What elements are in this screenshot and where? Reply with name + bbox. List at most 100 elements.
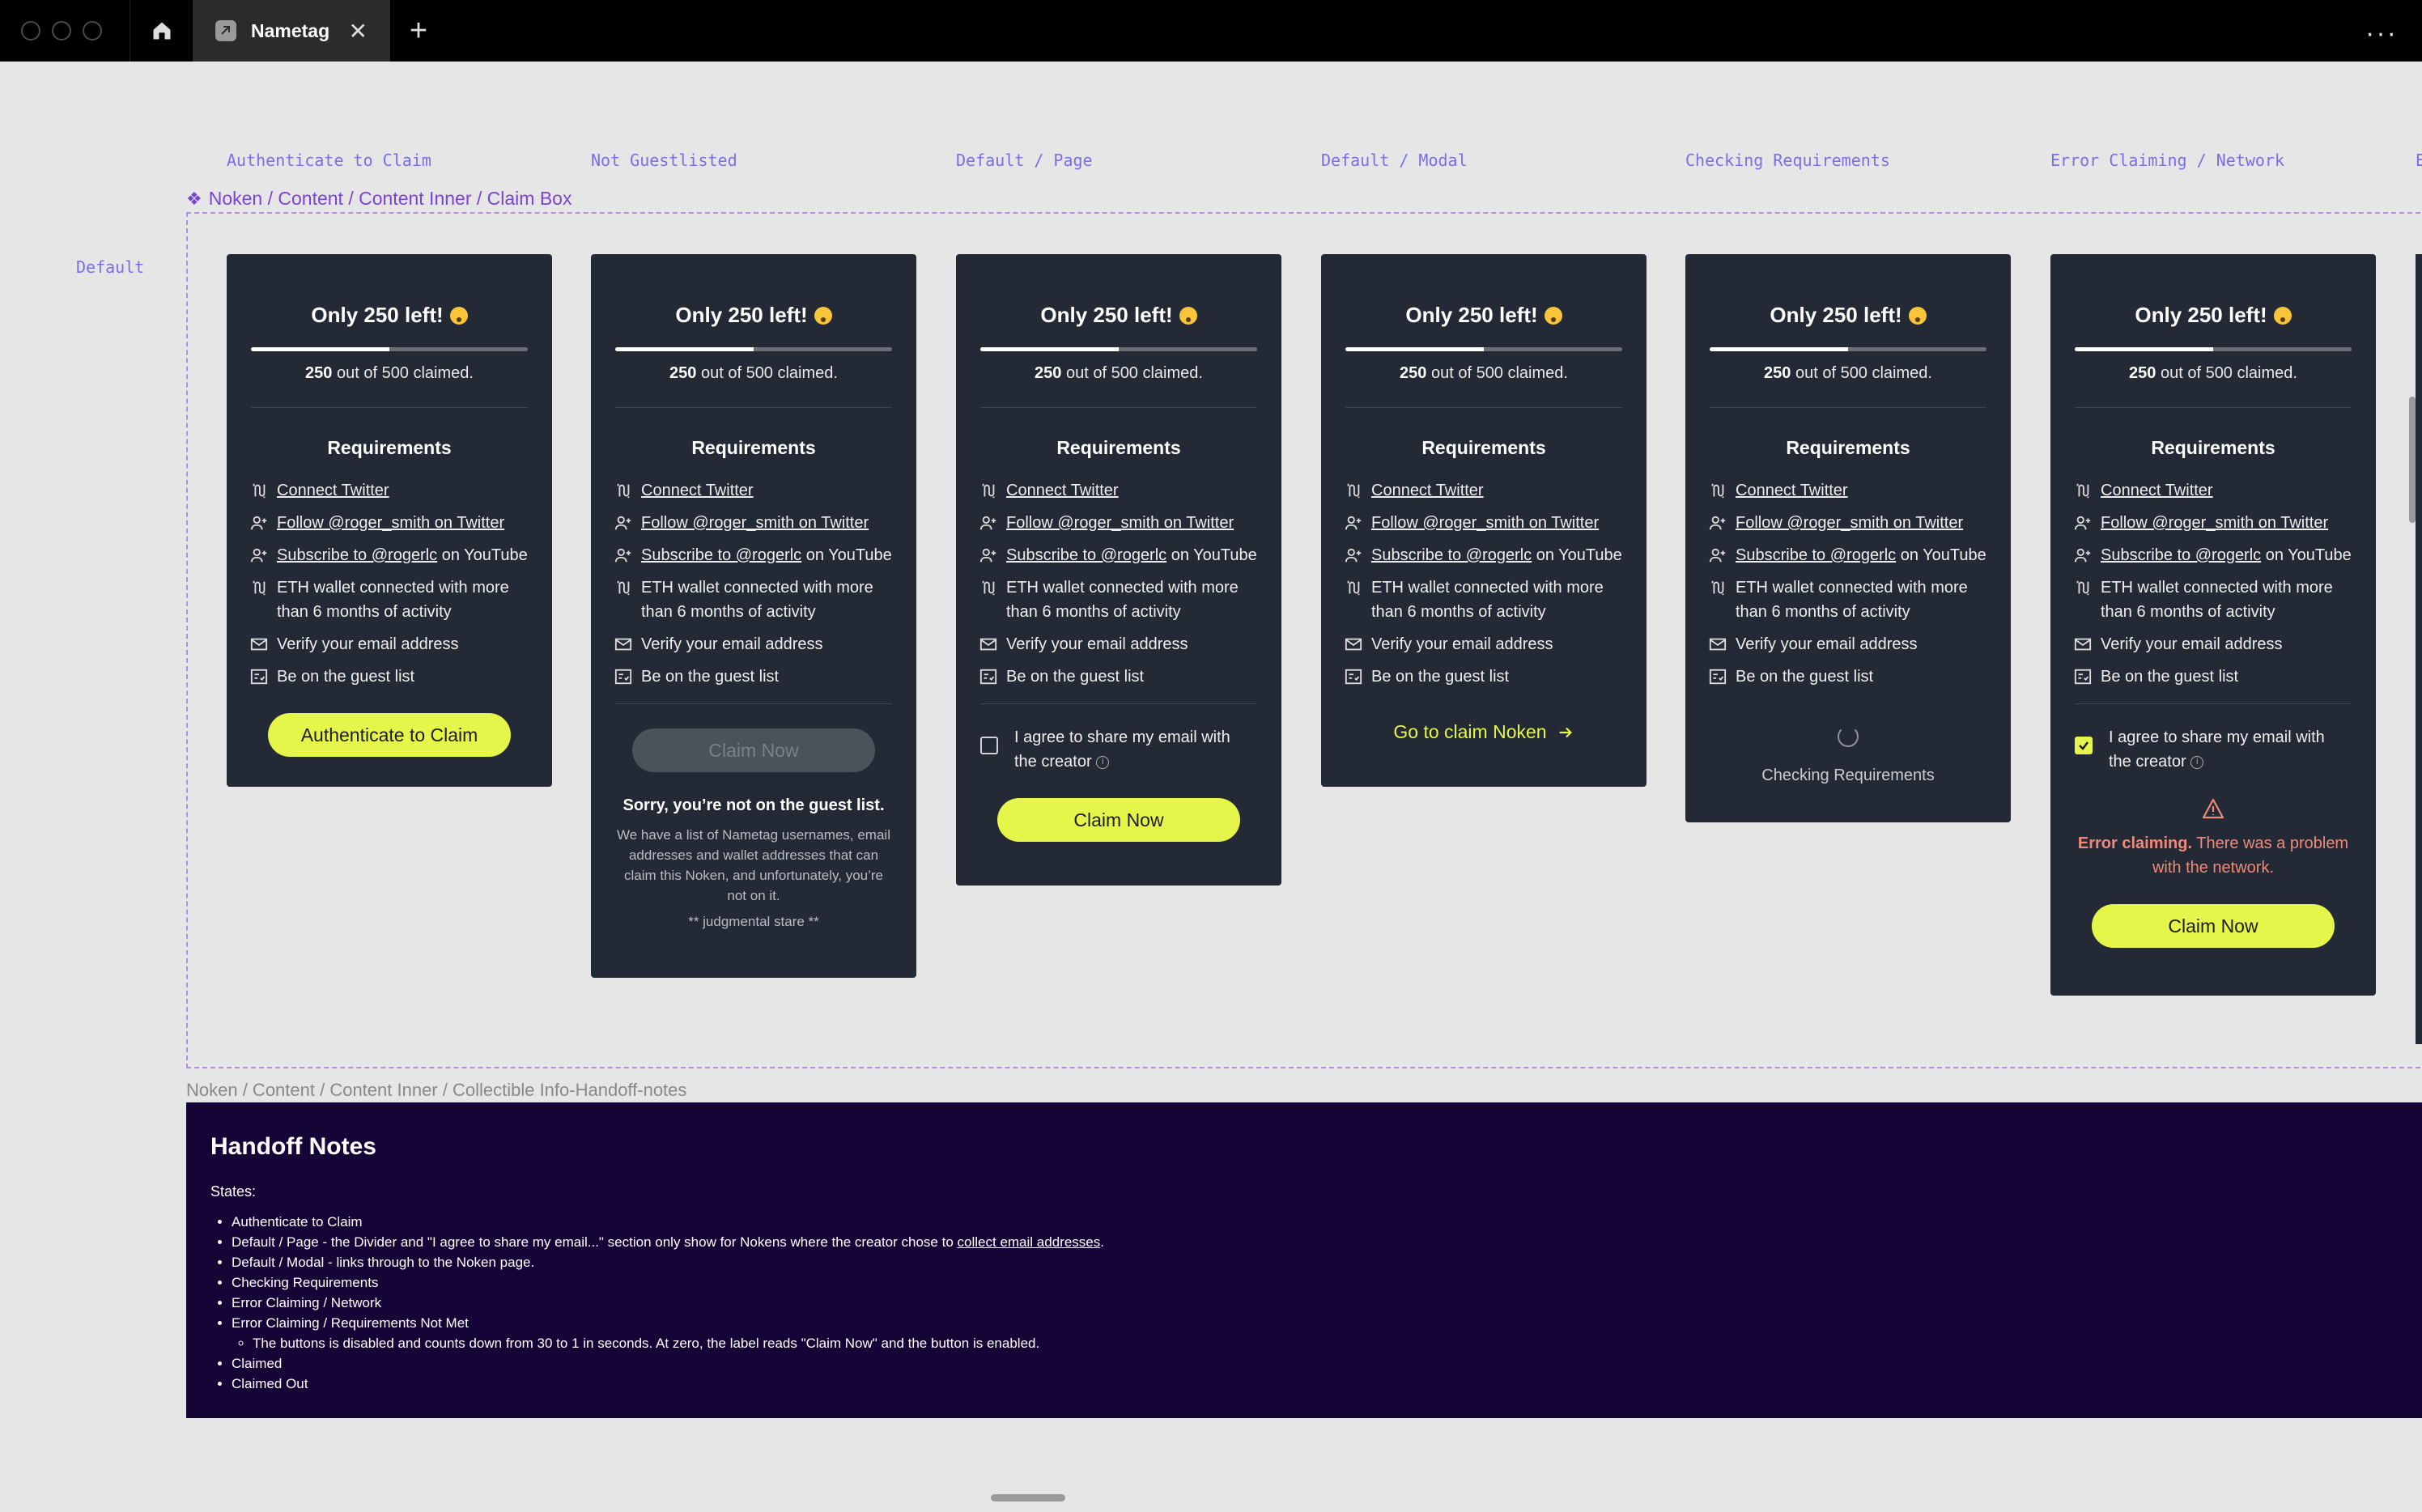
claim-progress-fill (251, 347, 389, 351)
list-item: Claimed (232, 1353, 2398, 1374)
minimize-window-button[interactable] (52, 21, 71, 40)
info-icon[interactable]: i (1096, 755, 1110, 769)
user-plus-icon (1344, 543, 1363, 567)
guest-list-icon (249, 665, 269, 689)
claim-progress-bar (251, 347, 528, 351)
share-email-checkbox-checked[interactable] (2075, 737, 2093, 754)
claim-now-button[interactable]: Claim Now (2092, 904, 2335, 948)
go-to-claim-noken-link[interactable]: Go to claim Noken (1345, 721, 1622, 743)
claimed-count: 250 out of 500 claimed. (669, 364, 838, 382)
claim-now-button[interactable]: Claim Now (997, 798, 1240, 842)
handoff-notes-label: Noken / Content / Content Inner / Collec… (186, 1080, 687, 1100)
requirement-item[interactable]: Connect Twitter (979, 478, 1257, 503)
user-plus-icon (1708, 511, 1727, 535)
close-tab-icon[interactable]: ✕ (349, 18, 368, 45)
user-plus-icon (1344, 511, 1363, 535)
requirement-item[interactable]: Follow @roger_smith on Twitter (2073, 511, 2352, 535)
requirement-item: Verify your email address (614, 632, 892, 656)
claim-box-authenticate: Only 250 left! 250 out of 500 claimed. R… (227, 254, 552, 787)
claim-box-error-network: Only 250 left! 250 out of 500 claimed. R… (2050, 254, 2376, 996)
requirement-item: Be on the guest list (249, 665, 528, 689)
mail-icon (249, 632, 269, 656)
states-list: Authenticate to Claim Default / Page - t… (210, 1212, 2398, 1394)
share-email-consent[interactable]: I agree to share my email with the creat… (2075, 725, 2352, 774)
user-plus-icon (614, 543, 633, 567)
warning-triangle-icon (2202, 798, 2224, 819)
divider (980, 703, 1257, 704)
requirement-item[interactable]: Follow @roger_smith on Twitter (1708, 511, 1986, 535)
requirement-item[interactable]: Connect Twitter (249, 478, 528, 503)
component-label[interactable]: ❖ Noken / Content / Content Inner / Claim… (186, 188, 572, 210)
requirement-item[interactable]: Subscribe to @rogerlc on YouTube (249, 543, 528, 567)
column-label-authenticate: Authenticate to Claim (227, 151, 431, 170)
requirement-item[interactable]: Subscribe to @rogerlc on YouTube (979, 543, 1257, 567)
home-button[interactable] (130, 0, 193, 62)
requirement-item[interactable]: Subscribe to @rogerlc on YouTube (1708, 543, 1986, 567)
arrow-right-icon (1559, 727, 1572, 737)
judgmental-stare-note: ** judgmental stare ** (688, 914, 819, 929)
vertical-scrollbar[interactable] (2409, 397, 2416, 523)
maximize-window-button[interactable] (83, 21, 102, 40)
figma-file-icon (215, 20, 236, 41)
requirement-item[interactable]: Connect Twitter (1344, 478, 1622, 503)
requirement-item: Be on the guest list (1708, 665, 1986, 689)
claim-box-cut-off (2416, 254, 2422, 1044)
requirement-item: ETH wallet connected with more than 6 mo… (614, 575, 892, 624)
collect-email-addresses-link[interactable]: collect email addresses (958, 1234, 1101, 1250)
requirements-title: Requirements (327, 437, 452, 458)
requirements-title: Requirements (1786, 437, 1910, 458)
tab-nametag[interactable]: Nametag ✕ (193, 0, 390, 62)
requirement-item[interactable]: Follow @roger_smith on Twitter (979, 511, 1257, 535)
requirement-item[interactable]: Follow @roger_smith on Twitter (1344, 511, 1622, 535)
share-email-checkbox[interactable] (980, 737, 998, 754)
requirement-item[interactable]: Connect Twitter (1708, 478, 1986, 503)
requirement-item: Be on the guest list (2073, 665, 2352, 689)
shocked-face-emoji-icon (1908, 306, 1927, 325)
requirement-item[interactable]: Subscribe to @rogerlc on YouTube (1344, 543, 1622, 567)
claim-progress-bar (2075, 347, 2352, 351)
claimed-count: 250 out of 500 claimed. (1035, 364, 1203, 382)
tab-label: Nametag (251, 19, 330, 41)
handoff-notes-panel: Handoff Notes States: Authenticate to Cl… (186, 1102, 2422, 1418)
requirement-item: ETH wallet connected with more than 6 mo… (249, 575, 528, 624)
new-tab-button[interactable]: + (390, 0, 447, 62)
requirement-item: Be on the guest list (979, 665, 1257, 689)
info-icon[interactable]: i (2190, 755, 2204, 769)
claim-progress-fill (615, 347, 754, 351)
close-window-button[interactable] (21, 21, 40, 40)
requirement-item[interactable]: Connect Twitter (614, 478, 892, 503)
link-icon (1344, 478, 1363, 503)
guest-list-icon (2073, 665, 2093, 689)
requirement-item: Verify your email address (249, 632, 528, 656)
requirements-list: Connect Twitter Follow @roger_smith on Tw… (2073, 478, 2352, 689)
divider (615, 407, 892, 408)
claim-now-button-disabled: Claim Now (632, 728, 875, 772)
horizontal-scrollbar[interactable] (991, 1494, 1065, 1501)
wallet-link-icon (249, 575, 269, 600)
mail-icon (2073, 632, 2093, 656)
states-label: States: (210, 1183, 257, 1200)
more-options-icon[interactable]: ··· (2365, 18, 2398, 49)
requirement-item[interactable]: Follow @roger_smith on Twitter (614, 511, 892, 535)
list-item: Checking Requirements (232, 1272, 2398, 1293)
link-icon (249, 478, 269, 503)
column-label-default-modal: Default / Modal (1321, 151, 1468, 170)
requirement-item[interactable]: Subscribe to @rogerlc on YouTube (614, 543, 892, 567)
card-title: Only 250 left! (615, 303, 892, 328)
requirement-item[interactable]: Subscribe to @rogerlc on YouTube (2073, 543, 2352, 567)
user-plus-icon (614, 511, 633, 535)
divider (2075, 407, 2352, 408)
claim-progress-fill (2075, 347, 2213, 351)
card-title: Only 250 left! (2075, 303, 2352, 328)
claim-progress-fill (1345, 347, 1484, 351)
requirement-item[interactable]: Connect Twitter (2073, 478, 2352, 503)
authenticate-to-claim-button[interactable]: Authenticate to Claim (268, 713, 511, 757)
link-icon (2073, 478, 2093, 503)
requirement-item[interactable]: Follow @roger_smith on Twitter (249, 511, 528, 535)
claimed-count: 250 out of 500 claimed. (2129, 364, 2297, 382)
share-email-consent[interactable]: I agree to share my email with the creat… (980, 725, 1257, 774)
user-plus-icon (2073, 543, 2093, 567)
mail-icon (614, 632, 633, 656)
requirements-title: Requirements (2151, 437, 2275, 458)
claim-box-checking: Only 250 left! 250 out of 500 claimed. R… (1685, 254, 2011, 822)
